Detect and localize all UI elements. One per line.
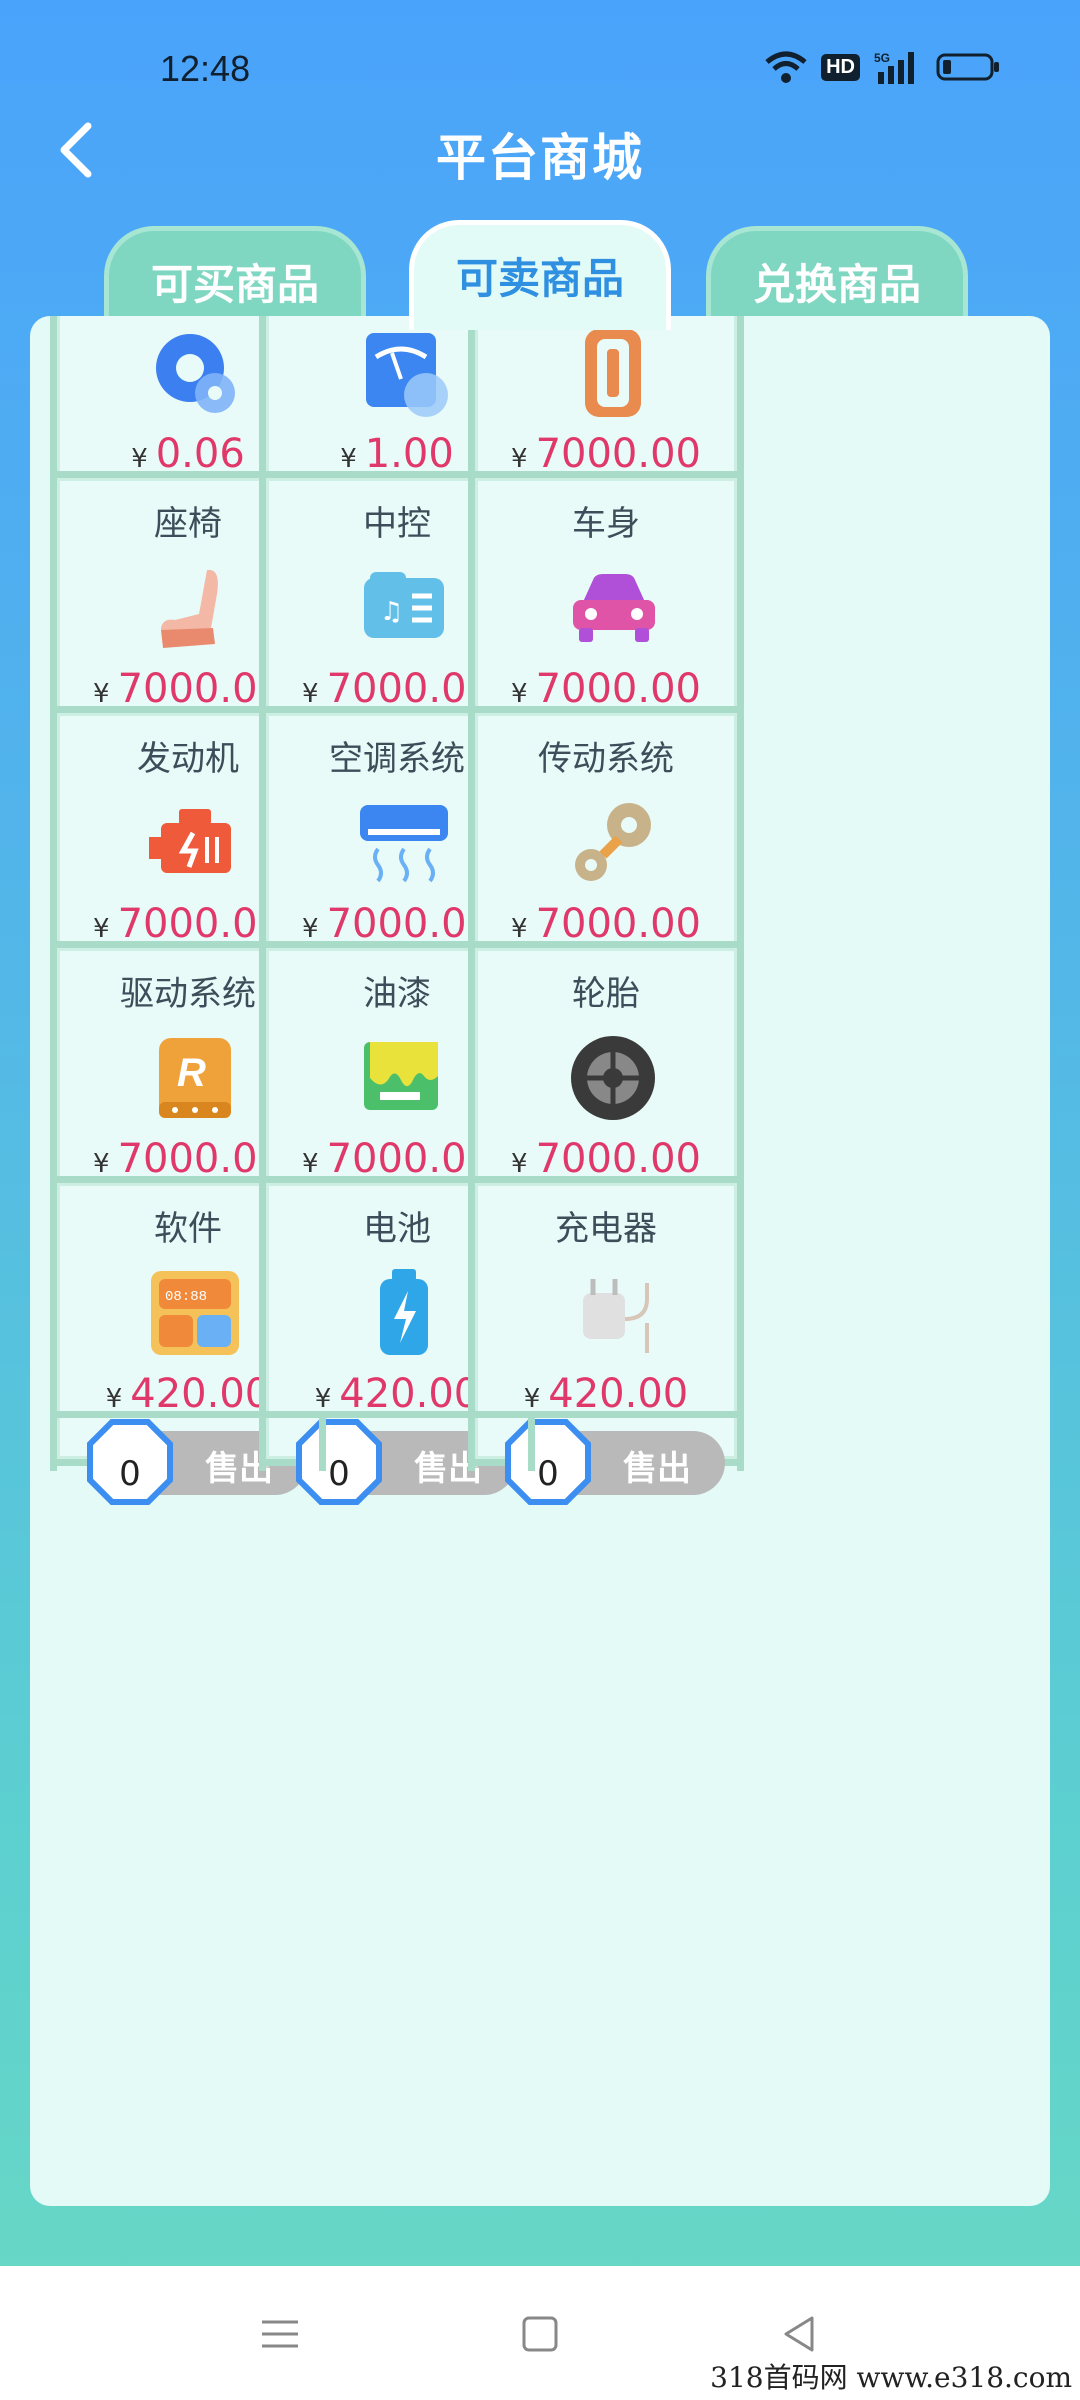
currency-symbol: ¥: [511, 679, 528, 709]
gauge-icon: [366, 333, 448, 417]
status-bar: 12:48 HD 5G: [0, 0, 1080, 130]
currency-symbol: ¥: [511, 444, 528, 474]
paint-icon: [364, 1042, 438, 1110]
currency-symbol: ¥: [131, 444, 148, 474]
svg-text:08:88: 08:88: [165, 1289, 207, 1305]
currency-symbol: ¥: [302, 1149, 319, 1179]
product-name: 轮胎: [572, 974, 640, 1014]
svg-text:♫: ♫: [380, 597, 403, 627]
product-name: 车身: [572, 504, 640, 544]
signal-icon: 5G: [874, 51, 914, 84]
chassis-icon: [585, 329, 641, 417]
currency-symbol: ¥: [511, 914, 528, 944]
currency-symbol: ¥: [105, 1384, 123, 1414]
status-icons: HD 5G: [765, 50, 1000, 84]
watermark: 318首码网 www.e318.com: [710, 2361, 1072, 2394]
menu-icon[interactable]: [250, 2306, 310, 2362]
back-nav-icon[interactable]: [770, 2306, 830, 2362]
currency-symbol: ¥: [93, 679, 110, 709]
air-conditioner-icon: [360, 805, 448, 883]
tire-icon: [571, 1036, 655, 1120]
svg-text:5G: 5G: [874, 51, 890, 65]
page-title: 平台商城: [436, 129, 644, 187]
currency-symbol: ¥: [523, 1384, 541, 1414]
status-time: 12:48: [160, 48, 251, 89]
tab-exchange[interactable]: 兑换商品: [706, 226, 968, 326]
product-name: 传动系统: [538, 739, 674, 779]
software-icon: 08:88: [151, 1271, 239, 1355]
battery-pack-icon: [380, 1269, 428, 1355]
gear-icon: [156, 334, 235, 413]
engine-icon: [149, 809, 231, 873]
seat-icon: [161, 569, 218, 648]
tab-buyable[interactable]: 可买商品: [104, 226, 366, 326]
tab-sellable[interactable]: 可卖商品: [409, 220, 671, 330]
home-icon[interactable]: [510, 2306, 570, 2362]
battery-icon: [936, 53, 999, 81]
currency-symbol: ¥: [302, 679, 319, 709]
currency-symbol: ¥: [314, 1384, 332, 1414]
hd-badge: HD: [821, 53, 860, 81]
currency-symbol: ¥: [302, 914, 319, 944]
currency-symbol: ¥: [93, 1149, 110, 1179]
drive-system-icon: R: [159, 1038, 231, 1118]
charger-icon: [583, 1279, 649, 1353]
console-icon: ♫: [364, 572, 444, 638]
currency-symbol: ¥: [93, 914, 110, 944]
currency-symbol: ¥: [340, 444, 357, 474]
product-grid: 零件¥0.06售出0元器件¥1.00售出0底盘¥7000.00售出0座椅¥700…: [30, 316, 1050, 2206]
currency-symbol: ¥: [511, 1149, 528, 1179]
product-card-partial: [468, 1411, 744, 1471]
car-body-icon: [573, 574, 655, 642]
svg-text:R: R: [177, 1051, 206, 1095]
wifi-icon: [765, 51, 807, 83]
product-name: 充电器: [555, 1209, 657, 1249]
transmission-icon: [575, 803, 651, 881]
